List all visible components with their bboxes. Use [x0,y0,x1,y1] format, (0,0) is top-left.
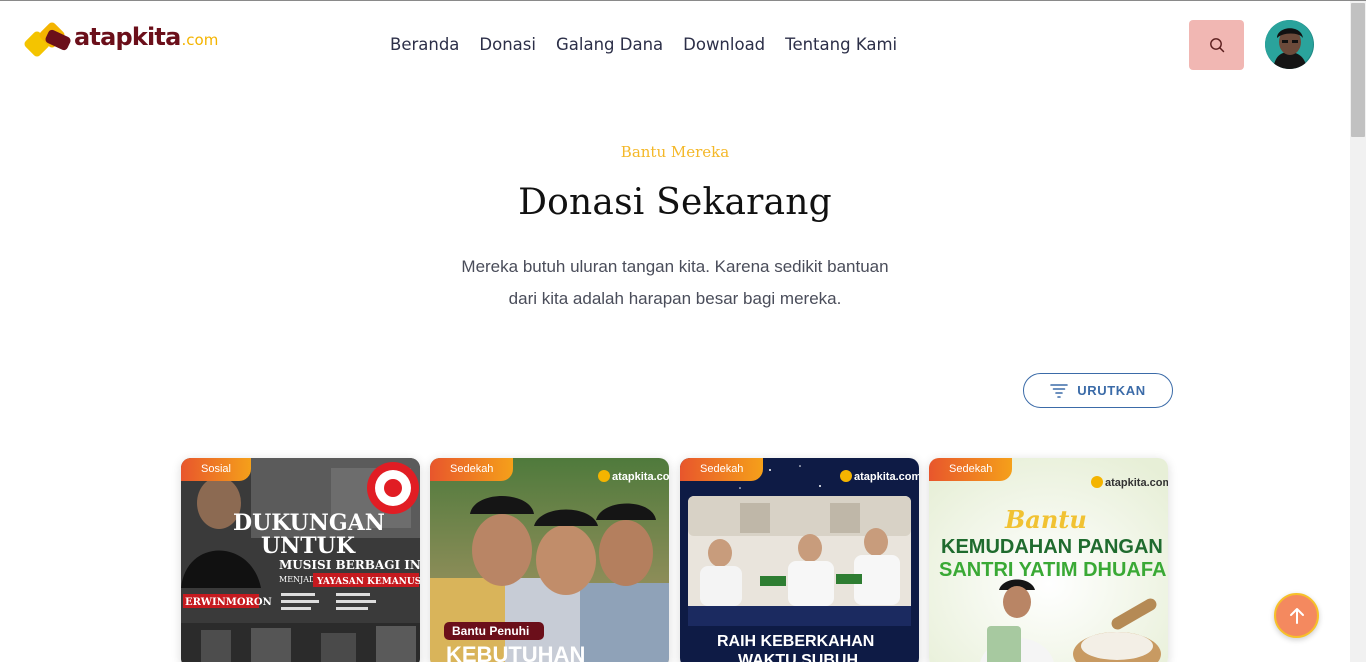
logo-wordmark: atapkita.com [74,23,219,51]
campaign-image: atapkita.com RAIH KEBERKAHAN WAKTU SUBUH [680,458,919,662]
card-1-text-line-2: UNTUK [261,533,356,559]
category-badge: Sedekah [680,458,764,481]
campaign-card[interactable]: atapkita.com Bantu KEMUDAHAN PANGAN SANT… [929,458,1168,662]
logo-mark-icon [24,22,71,57]
search-icon [1209,38,1224,53]
subtitle-line-1: Mereka butuh uluran tangan kita. Karena … [461,257,889,276]
scroll-to-top-button[interactable] [1274,593,1319,638]
campaign-image: atapkita.com Bantu Penuhi KEBUTUHAN [430,458,669,662]
campaign-card[interactable]: DUKUNGAN UNTUK MUSISI BERBAGI INDONESIA … [181,458,420,662]
avatar-image [1265,20,1314,69]
user-avatar[interactable] [1265,20,1314,69]
card-4-text-line-3: SANTRI YATIM DHUAFA [939,559,1166,581]
section-eyebrow: Bantu Mereka [620,143,730,161]
card-4-logo: atapkita.com [1105,477,1168,489]
card-3-logo: atapkita.com [854,471,919,483]
search-button[interactable] [1189,20,1244,70]
filter-lines-icon [1050,383,1069,398]
category-badge: Sedekah [430,458,514,481]
card-2-big-text: KEBUTUHAN [446,642,585,662]
card-2-label: Bantu Penuhi [452,624,529,638]
card-4-text-line-2: KEMUDAHAN PANGAN [941,536,1163,558]
campaign-image: DUKUNGAN UNTUK MUSISI BERBAGI INDONESIA … [181,458,420,662]
category-badge: Sedekah [929,458,1013,481]
nav-tentang-kami[interactable]: Tentang Kami [785,35,897,54]
campaign-card[interactable]: atapkita.com Bantu Penuhi KEBUTUHAN Sede… [430,458,669,662]
sort-button-label: URUTKAN [1077,383,1146,398]
sort-button[interactable]: URUTKAN [1023,373,1173,408]
site-logo[interactable]: atapkita.com [24,21,218,63]
arrow-up-icon [1289,607,1304,624]
campaign-image: atapkita.com Bantu KEMUDAHAN PANGAN SANT… [929,458,1168,662]
subtitle-line-2: dari kita adalah harapan besar bagi mere… [508,289,842,308]
page-title: Donasi Sekarang [518,182,832,223]
campaign-card[interactable]: atapkita.com RAIH KEBERKAHAN WAKTU SUBUH… [680,458,919,662]
category-badge: Sosial [181,458,251,481]
card-4-text-line-1: Bantu [1004,505,1087,534]
card-1-text-line-3: MUSISI BERBAGI INDONESIA [279,558,420,572]
card-1-text-line-5: YAYASAN KEMANUSIAAN [316,577,420,587]
nav-download[interactable]: Download [683,35,765,54]
section-subtitle: Mereka butuh uluran tangan kita. Karena … [400,251,950,315]
site-header: atapkita.com Beranda Donasi Galang Dana … [0,1,1350,89]
main-nav: Beranda Donasi Galang Dana Download Tent… [390,35,917,54]
nav-beranda[interactable]: Beranda [390,35,459,54]
nav-galang-dana[interactable]: Galang Dana [556,35,663,54]
card-1-name: ERWINMORON [185,597,272,608]
nav-donasi[interactable]: Donasi [479,35,536,54]
card-2-logo: atapkita.com [612,471,669,483]
card-3-text-line-2: WAKTU SUBUH [738,652,858,662]
card-3-text-line-1: RAIH KEBERKAHAN [717,633,874,650]
scrollbar-thumb[interactable] [1351,3,1365,137]
